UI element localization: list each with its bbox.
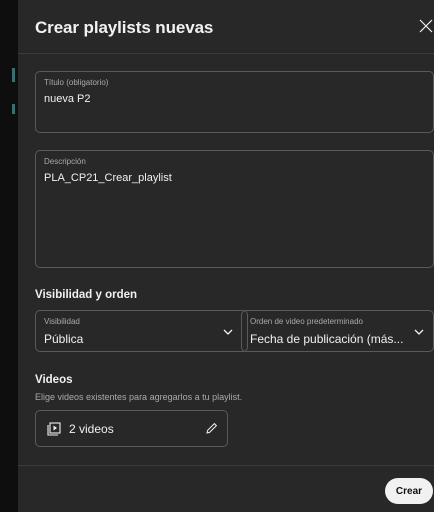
description-input[interactable]: PLA_CP21_Crear_playlist [44,172,172,184]
video-order-select-value: Fecha de publicación (más... [250,332,404,346]
close-icon [419,19,433,33]
visibility-select-label: Visibilidad [44,317,80,326]
title-field[interactable]: Título (obligatorio) nueva P2 [35,71,434,133]
chevron-down-icon [414,329,424,335]
title-input[interactable]: nueva P2 [44,93,90,105]
visibility-select-value: Pública [44,332,84,346]
create-playlist-dialog: Crear playlists nuevas Título (obligator… [18,0,434,512]
video-order-select[interactable]: Orden de video predeterminado Fecha de p… [241,310,434,352]
close-button[interactable] [416,16,434,36]
video-library-icon [47,422,61,436]
videos-section-hint: Elige videos existentes para agregarlos … [35,392,243,402]
chevron-down-icon [223,329,233,335]
videos-count-label: 2 videos [69,422,114,436]
create-button[interactable]: Crear [385,478,433,504]
description-field-label: Descripción [44,157,86,166]
visibility-select[interactable]: Visibilidad Pública [35,310,248,352]
background-page-edge [0,0,18,512]
description-field[interactable]: Descripción PLA_CP21_Crear_playlist [35,150,434,268]
video-order-select-label: Orden de video predeterminado [250,317,363,326]
footer-divider [18,465,434,466]
background-mark [12,104,15,114]
background-mark [12,68,15,82]
videos-section-heading: Videos [35,374,73,386]
title-field-label: Título (obligatorio) [44,78,109,87]
dialog-header: Crear playlists nuevas [18,0,434,54]
pencil-icon[interactable] [204,421,219,436]
visibility-section-heading: Visibilidad y orden [35,289,138,301]
select-videos-button[interactable]: 2 videos [35,410,228,447]
dialog-title: Crear playlists nuevas [35,18,214,37]
